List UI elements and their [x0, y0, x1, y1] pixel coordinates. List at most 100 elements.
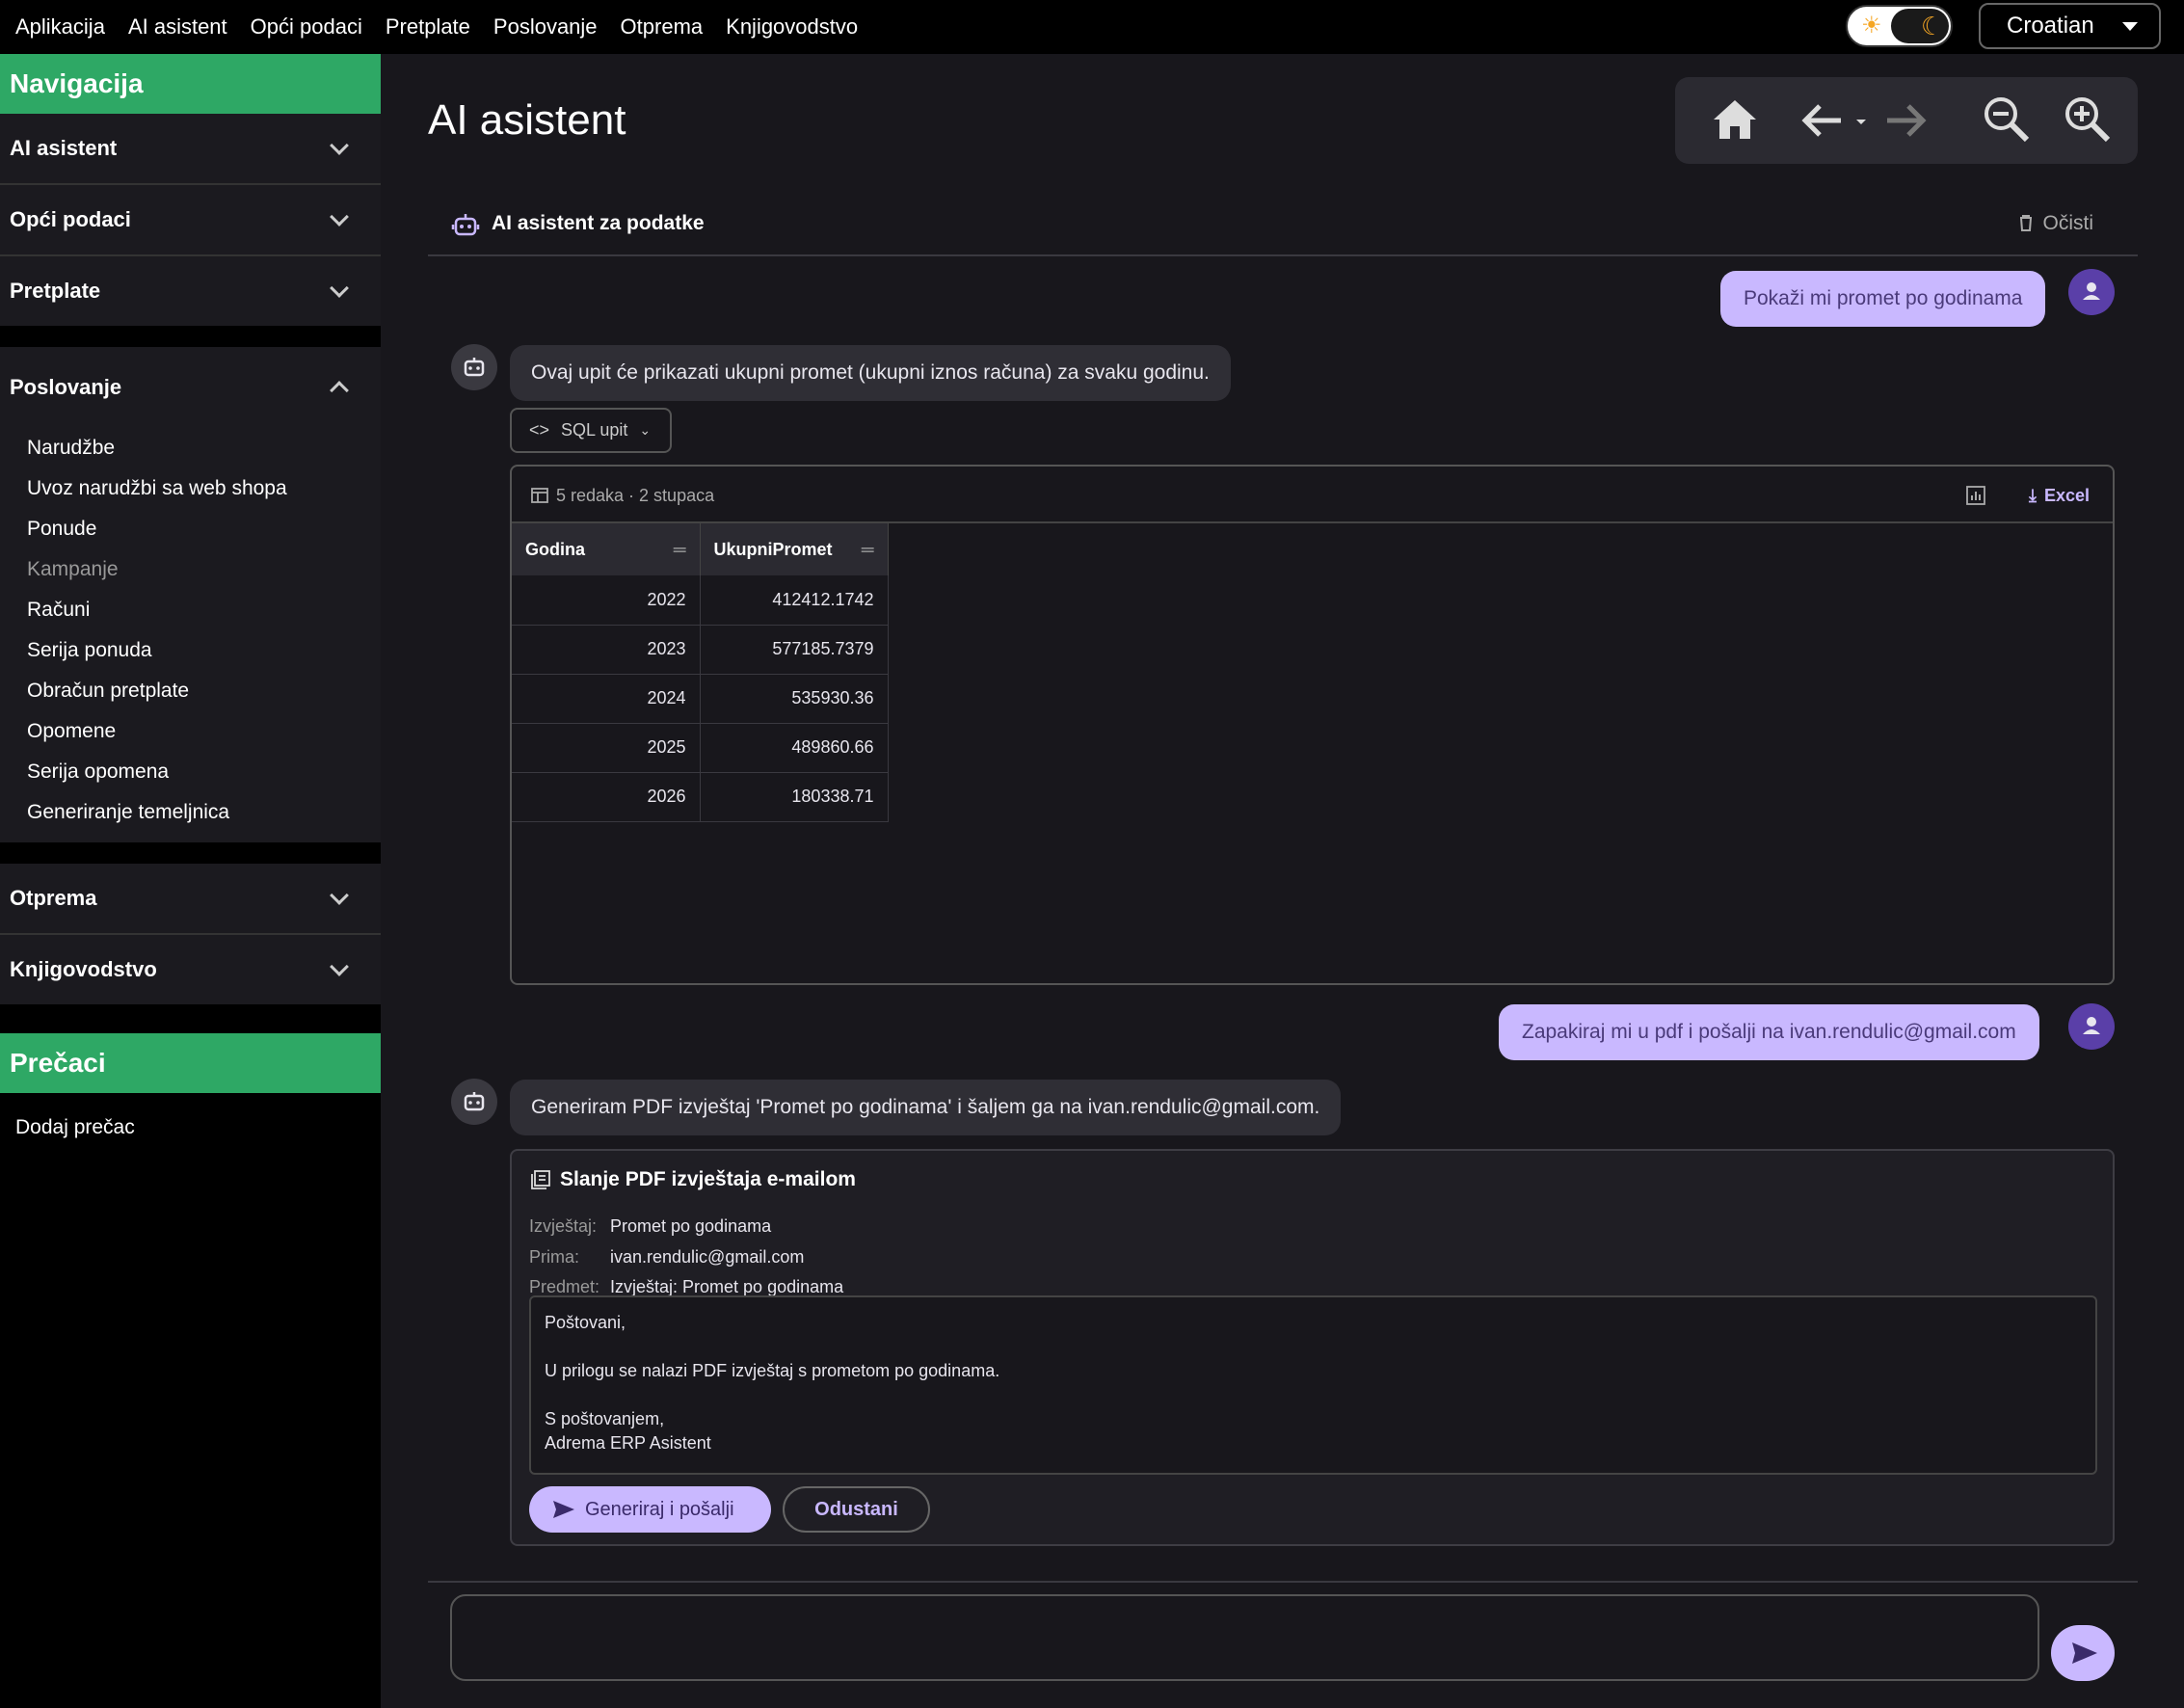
table-cell: 2024 [512, 674, 701, 724]
sidebar-item-serija-opomena[interactable]: Serija opomena [27, 752, 381, 792]
menu-opci-podaci[interactable]: Opći podaci [251, 14, 362, 40]
email-body-line: U prilogu se nalazi PDF izvještaj s prom… [545, 1361, 1000, 1380]
excel-export-button[interactable]: ⤓ Excel [2029, 486, 2090, 506]
home-icon[interactable] [1710, 96, 1760, 143]
menu-ai-asistent[interactable]: AI asistent [128, 14, 227, 40]
robot-icon [451, 214, 480, 236]
table-row[interactable]: 2023 577185.7379 [512, 625, 889, 675]
sidebar-gap [0, 1004, 381, 1033]
table-cell: 2022 [512, 575, 701, 626]
table-row[interactable]: 2025 489860.66 [512, 723, 889, 773]
chat-title: AI asistent za podatke [492, 212, 705, 234]
column-header-label: UkupniPromet [713, 539, 833, 559]
bot-message: Generiram PDF izvještaj 'Promet po godin… [510, 1080, 1342, 1135]
sidebar-item-kampanje[interactable]: Kampanje [27, 549, 381, 590]
bot-avatar [451, 1079, 497, 1125]
bot-avatar [451, 344, 497, 390]
column-header-godina[interactable]: Godina ═ [512, 523, 701, 575]
add-shortcut-link[interactable]: Dodaj prečac [0, 1093, 381, 1162]
moon-icon: ☾ [1921, 12, 1944, 40]
email-body-line: Poštovani, [545, 1313, 626, 1332]
sidebar-item-ponude[interactable]: Ponude [27, 509, 381, 549]
result-table: Godina ═ UkupniPromet ═ 2022 412412.1742 20… [512, 523, 889, 822]
sidebar-section-poslovanje[interactable]: Poslovanje Narudžbe Uvoz narudžbi sa web… [0, 347, 381, 842]
sidebar-item-narudzbe[interactable]: Narudžbe [27, 428, 381, 468]
sidebar-section-ai-asistent[interactable]: AI asistent [0, 114, 381, 185]
sun-icon: ☀ [1861, 13, 1882, 39]
table-header-row: Godina ═ UkupniPromet ═ [512, 523, 889, 575]
table-row[interactable]: 2022 412412.1742 [512, 575, 889, 626]
column-header-ukupnipromet[interactable]: UkupniPromet ═ [700, 523, 889, 575]
code-icon: <> [529, 420, 550, 440]
table-row[interactable]: 2026 180338.71 [512, 772, 889, 822]
sidebar-shortcuts-title: Prečaci [0, 1033, 381, 1093]
column-menu-icon[interactable]: ═ [862, 540, 874, 560]
document-icon [531, 1170, 550, 1189]
email-to-value: ivan.rendulic@gmail.com [610, 1247, 805, 1267]
menu-knjigovodstvo[interactable]: Knjigovodstvo [726, 14, 858, 40]
sidebar-item-serija-ponuda[interactable]: Serija ponuda [27, 630, 381, 671]
sidebar-item-obracun-pretplate[interactable]: Obračun pretplate [27, 671, 381, 711]
cancel-button[interactable]: Odustani [783, 1486, 930, 1533]
excel-label: Excel [2043, 486, 2090, 505]
forward-icon[interactable] [1883, 100, 1930, 141]
table-cell: 412412.1742 [700, 575, 889, 626]
zoom-in-icon[interactable] [2063, 94, 2113, 145]
table-cell: 489860.66 [700, 723, 889, 773]
menu-pretplate[interactable]: Pretplate [386, 14, 470, 40]
history-dropdown-icon[interactable] [1854, 118, 1868, 127]
email-subject-row: Predmet: Izvještaj: Promet po godinama [529, 1277, 843, 1297]
section-label: Knjigovodstvo [10, 957, 157, 981]
poslovanje-items: Narudžbe Uvoz narudžbi sa web shopa Ponu… [0, 428, 381, 842]
email-to-row: Prima: ivan.rendulic@gmail.com [529, 1247, 804, 1268]
back-icon[interactable] [1798, 100, 1845, 141]
section-label: Opći podaci [10, 207, 131, 231]
theme-toggle[interactable]: ☀ ☾ [1846, 5, 1953, 47]
chat-input[interactable] [450, 1594, 2039, 1681]
table-row[interactable]: 2024 535930.36 [512, 674, 889, 724]
result-meta-text: 5 redaka · 2 stupaca [556, 486, 715, 505]
email-subject-value: Izvještaj: Promet po godinama [610, 1277, 844, 1296]
sidebar-gap [0, 326, 381, 347]
sql-toggle-button[interactable]: <> SQL upit ⌄ [510, 408, 672, 453]
user-avatar [2068, 269, 2115, 315]
sidebar-section-pretplate[interactable]: Pretplate [0, 256, 381, 326]
menu-otprema[interactable]: Otprema [621, 14, 704, 40]
sidebar-item-opomene[interactable]: Opomene [27, 711, 381, 752]
chevron-down-icon [330, 957, 349, 976]
menu-poslovanje[interactable]: Poslovanje [493, 14, 598, 40]
zoom-out-icon[interactable] [1982, 94, 2032, 145]
sidebar-item-racuni[interactable]: Računi [27, 590, 381, 630]
top-menu: Aplikacija AI asistent Opći podaci Pretp… [0, 14, 881, 40]
caret-down-icon [2122, 22, 2138, 31]
column-menu-icon[interactable]: ═ [674, 540, 686, 560]
bot-message: Ovaj upit će prikazati ukupni promet (uk… [510, 345, 1231, 401]
clear-label: Očisti [2042, 212, 2094, 234]
clear-button[interactable]: Očisti [2018, 212, 2094, 235]
section-label: Pretplate [10, 279, 101, 303]
person-icon [2083, 282, 2100, 300]
sidebar: Navigacija AI asistent Opći podaci Pretp… [0, 54, 381, 1708]
sidebar-item-uvoz-narudzbi[interactable]: Uvoz narudžbi sa web shopa [27, 468, 381, 509]
trash-icon [2019, 215, 2032, 231]
table-cell: 2026 [512, 772, 701, 822]
generate-and-send-button[interactable]: Generiraj i pošalji [529, 1486, 771, 1533]
language-select[interactable]: Croatian [1979, 3, 2161, 49]
sidebar-section-knjigovodstvo[interactable]: Knjigovodstvo [0, 935, 381, 1004]
email-body-line: S poštovanjem, [545, 1409, 665, 1428]
chat-header: AI asistent za podatke Očisti [428, 200, 2138, 256]
section-label: Poslovanje [10, 375, 122, 399]
user-message: Pokaži mi promet po godinama [1720, 271, 2046, 327]
sidebar-section-otprema[interactable]: Otprema [0, 864, 381, 935]
menu-aplikacija[interactable]: Aplikacija [15, 14, 105, 40]
email-body-textarea[interactable]: Poštovani, U prilogu se nalazi PDF izvje… [529, 1295, 2097, 1475]
chevron-down-icon [330, 207, 349, 227]
sidebar-item-generiranje-temeljnica[interactable]: Generiranje temeljnica [27, 792, 381, 833]
send-icon [553, 1501, 574, 1518]
chart-icon[interactable] [1966, 486, 1985, 505]
chevron-down-icon [330, 279, 349, 298]
send-message-button[interactable] [2051, 1625, 2115, 1681]
sidebar-section-opci-podaci[interactable]: Opći podaci [0, 185, 381, 256]
table-cell: 180338.71 [700, 772, 889, 822]
email-to-label: Prima: [529, 1247, 580, 1267]
